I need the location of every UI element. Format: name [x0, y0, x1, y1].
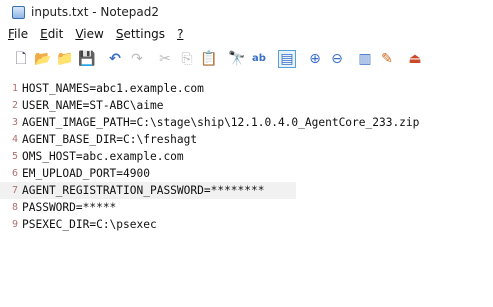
editor-line: 8 PASSWORD=***** [0, 199, 116, 216]
zoom-in-icon[interactable]: ⊕ [306, 50, 324, 68]
exit-icon[interactable]: ⏏ [406, 50, 424, 68]
line-text: PASSWORD=***** [22, 201, 117, 214]
new-file-icon[interactable]: 🗋 [12, 50, 30, 68]
window-title: inputs.txt - Notepad2 [31, 5, 160, 19]
open-folder-icon[interactable]: 📂 [34, 50, 52, 68]
line-number: 8 [11, 202, 18, 213]
toolbar: 🗋 📂 📁 💾 ↶ ↷ ✂ ⎘ 📋 🔭 ab ▤ ⊕ ⊖ ▥ ✎ ⏏ [0, 46, 493, 72]
menu-view[interactable]: View [75, 27, 103, 41]
cut-icon[interactable]: ✂ [156, 50, 174, 68]
menu-edit[interactable]: Edit [40, 27, 63, 41]
find-icon[interactable]: 🔭 [228, 50, 246, 68]
line-number: 9 [11, 219, 18, 230]
menu-help[interactable]: ? [177, 27, 183, 41]
line-number: 4 [11, 134, 18, 145]
editor-line: 4 AGENT_BASE_DIR=C:\freshagt [0, 131, 197, 148]
line-text: AGENT_BASE_DIR=C:\freshagt [22, 133, 198, 146]
paste-icon[interactable]: 📋 [200, 50, 218, 68]
line-text: OMS_HOST=abc.example.com [22, 150, 184, 163]
line-text: HOST_NAMES=abc1.example.com [22, 82, 204, 95]
line-text: EM_UPLOAD_PORT=4900 [22, 167, 150, 180]
browse-folder-icon[interactable]: 📁 [56, 50, 74, 68]
editor-line: 9 PSEXEC_DIR=C:\psexec [0, 216, 157, 233]
undo-icon[interactable]: ↶ [106, 50, 124, 68]
redo-icon[interactable]: ↷ [128, 50, 146, 68]
replace-icon[interactable]: ab [250, 50, 268, 68]
editor-line: 6 EM_UPLOAD_PORT=4900 [0, 165, 150, 182]
editor-line-current: 7 AGENT_REGISTRATION_PASSWORD=******** [0, 182, 296, 199]
line-number: 1 [11, 83, 18, 94]
zoom-out-icon[interactable]: ⊖ [328, 50, 346, 68]
line-text: USER_NAME=ST-ABC\aime [22, 99, 164, 112]
copy-icon[interactable]: ⎘ [178, 50, 196, 68]
text-editor[interactable]: 1 HOST_NAMES=abc1.example.com 2 USER_NAME=… [0, 80, 493, 307]
line-number: 3 [11, 117, 18, 128]
editor-line: 5 OMS_HOST=abc.example.com [0, 148, 184, 165]
notepad2-app-icon [12, 5, 25, 19]
line-number: 7 [11, 185, 18, 196]
editor-line: 1 HOST_NAMES=abc1.example.com [0, 80, 204, 97]
line-number: 5 [11, 151, 18, 162]
editor-line: 2 USER_NAME=ST-ABC\aime [0, 97, 163, 114]
title-bar: inputs.txt - Notepad2 [0, 0, 493, 24]
word-wrap-icon[interactable]: ▤ [278, 50, 296, 68]
menu-file[interactable]: File [8, 27, 28, 41]
view-icon[interactable]: ▥ [356, 50, 374, 68]
menu-settings[interactable]: Settings [116, 27, 165, 41]
editor-line: 3 AGENT_IMAGE_PATH=C:\stage\ship\12.1.0.4… [0, 114, 419, 131]
line-number: 6 [11, 168, 18, 179]
line-text: AGENT_REGISTRATION_PASSWORD=******** [22, 184, 265, 197]
line-number: 2 [11, 100, 18, 111]
line-text: PSEXEC_DIR=C:\psexec [22, 218, 157, 231]
save-icon[interactable]: 💾 [78, 50, 96, 68]
line-text: AGENT_IMAGE_PATH=C:\stage\ship\12.1.0.4.… [22, 116, 420, 129]
menu-bar: File Edit View Settings ? [0, 24, 493, 44]
scheme-icon[interactable]: ✎ [378, 50, 396, 68]
